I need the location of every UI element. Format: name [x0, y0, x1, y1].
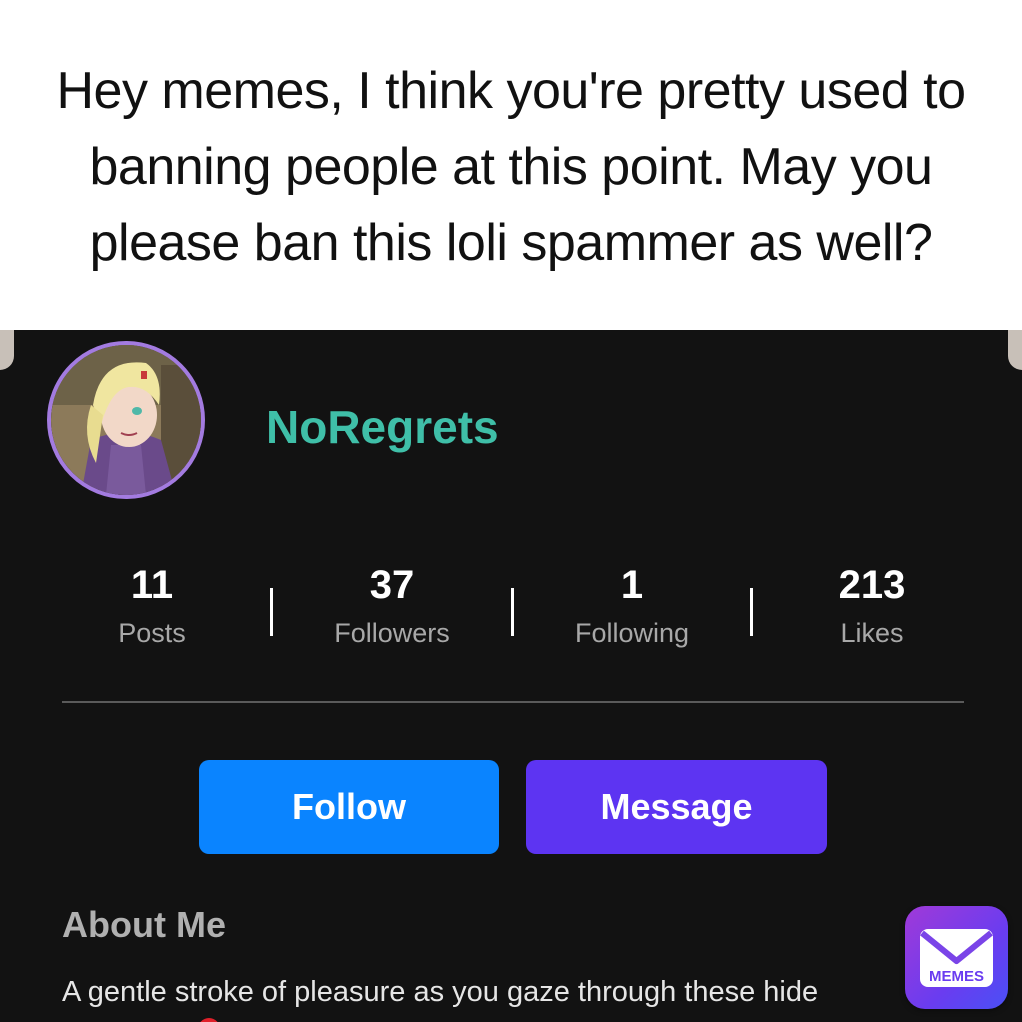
about-me-heading: About Me: [62, 904, 226, 945]
avatar-anime-girl-image: [51, 345, 201, 495]
stat-posts-label: Posts: [118, 618, 186, 648]
meme-caption: Hey memes, I think you're pretty used to…: [0, 0, 1022, 330]
username: NoRegrets: [266, 401, 499, 453]
profile-screenshot: NoRegrets 11 Posts 37 Followers 1 Follow…: [0, 330, 1022, 1022]
stat-following[interactable]: 1 Following: [532, 562, 732, 649]
stat-posts-value: 11: [130, 563, 174, 607]
frame-corner-right: [1008, 330, 1022, 370]
stat-followers-label: Followers: [334, 618, 450, 648]
stat-likes-value: 213: [838, 563, 906, 607]
stat-separator: [270, 588, 273, 636]
stat-likes-label: Likes: [840, 618, 904, 648]
memes-envelope-icon: MEMES: [920, 929, 993, 987]
frame-corner-left: [0, 330, 14, 370]
message-button[interactable]: Message: [526, 760, 827, 854]
stat-posts[interactable]: 11 Posts: [52, 562, 252, 649]
stat-followers-value: 37: [369, 563, 415, 607]
red-emoji-icon: [198, 1018, 220, 1022]
stat-likes[interactable]: 213 Likes: [772, 562, 972, 649]
stat-following-label: Following: [574, 618, 690, 648]
follow-button[interactable]: Follow: [199, 760, 499, 854]
avatar[interactable]: [47, 341, 205, 499]
stat-followers[interactable]: 37 Followers: [292, 562, 492, 649]
stat-separator: [750, 588, 753, 636]
stat-separator: [511, 588, 514, 636]
stat-following-value: 1: [620, 563, 644, 607]
about-me-text: A gentle stroke of pleasure as you gaze …: [62, 976, 819, 1008]
memes-logo-text: MEMES: [929, 968, 984, 985]
divider: [62, 701, 964, 703]
memes-logo: MEMES: [905, 906, 1008, 1009]
